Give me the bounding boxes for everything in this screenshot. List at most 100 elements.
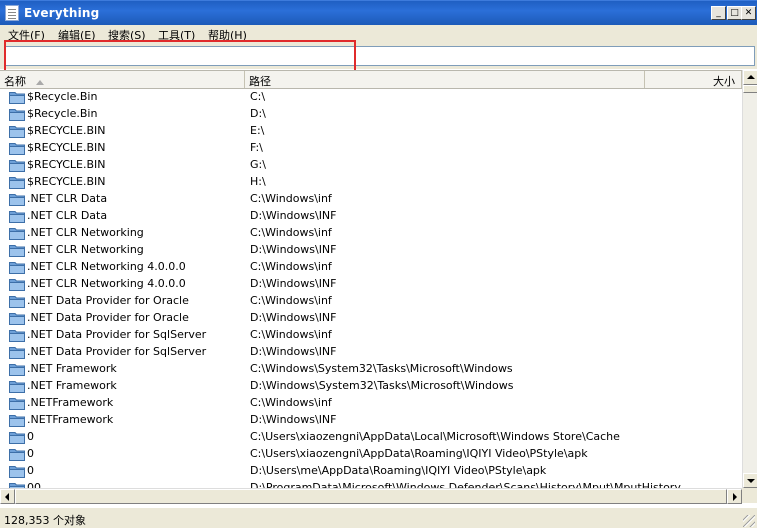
file-name: .NET Framework: [27, 379, 117, 392]
list-row[interactable]: .NET CLR Networking D:\Windows\INF: [0, 242, 742, 259]
list-row[interactable]: 00 D:\ProgramData\Microsoft\Windows Defen…: [0, 480, 742, 488]
vertical-scrollbar[interactable]: [742, 70, 757, 488]
file-path: D:\ProgramData\Microsoft\Windows Defende…: [250, 481, 681, 488]
menu-help[interactable]: 帮助(H): [208, 27, 247, 43]
file-name: .NET CLR Networking: [27, 243, 144, 256]
list-row[interactable]: 0 C:\Users\xiaozengni\AppData\Local\Micro…: [0, 429, 742, 446]
folder-icon: [9, 483, 25, 488]
list-row[interactable]: $Recycle.Bin D:\: [0, 106, 742, 123]
scroll-down-button[interactable]: [743, 473, 757, 488]
file-path: D:\: [250, 107, 266, 120]
menu-tools[interactable]: 工具(T): [158, 27, 195, 43]
vertical-scroll-thumb[interactable]: [743, 85, 757, 93]
file-name: .NET Framework: [27, 362, 117, 375]
list-row[interactable]: .NET CLR Data C:\Windows\inf: [0, 191, 742, 208]
column-name-label: 名称: [4, 75, 26, 88]
file-path: D:\Windows\INF: [250, 413, 337, 426]
list-row[interactable]: .NET Data Provider for Oracle C:\Windows\…: [0, 293, 742, 310]
maximize-button[interactable]: □: [727, 6, 742, 20]
menu-file[interactable]: 文件(F): [8, 27, 45, 43]
minimize-button[interactable]: _: [711, 6, 726, 20]
list-row[interactable]: .NET Data Provider for SqlServer C:\Windo…: [0, 327, 742, 344]
list-row[interactable]: .NETFramework D:\Windows\INF: [0, 412, 742, 429]
file-name: $RECYCLE.BIN: [27, 175, 106, 188]
folder-icon: [9, 313, 25, 325]
column-size-label: 大小: [713, 75, 735, 88]
folder-icon: [9, 262, 25, 274]
horizontal-scroll-thumb[interactable]: [15, 489, 727, 504]
folder-icon: [9, 449, 25, 461]
list-row[interactable]: .NET Framework D:\Windows\System32\Tasks\…: [0, 378, 742, 395]
file-path: C:\: [250, 90, 266, 103]
list-row[interactable]: .NET Data Provider for SqlServer D:\Windo…: [0, 344, 742, 361]
file-path: G:\: [250, 158, 266, 171]
file-name: .NET CLR Networking 4.0.0.0: [27, 277, 186, 290]
file-path: D:\Windows\INF: [250, 345, 337, 358]
file-path: E:\: [250, 124, 265, 137]
file-name: 0: [27, 464, 34, 477]
file-name: 00: [27, 481, 41, 488]
list-row[interactable]: .NET Data Provider for Oracle D:\Windows\…: [0, 310, 742, 327]
close-button[interactable]: ✕: [741, 6, 756, 20]
arrow-up-icon: [747, 75, 755, 79]
folder-icon: [9, 347, 25, 359]
status-bar: 128,353 个对象: [0, 507, 757, 528]
arrow-down-icon: [747, 479, 755, 483]
resize-grip-icon[interactable]: [743, 515, 755, 527]
list-row[interactable]: $Recycle.Bin C:\: [0, 89, 742, 106]
folder-icon: [9, 211, 25, 223]
list-row[interactable]: $RECYCLE.BIN F:\: [0, 140, 742, 157]
column-header-size[interactable]: 大小: [645, 71, 742, 88]
file-name: .NETFramework: [27, 413, 114, 426]
file-name: .NET CLR Data: [27, 209, 108, 222]
title-bar: Everything _ □ ✕: [0, 0, 757, 25]
folder-icon: [9, 364, 25, 376]
list-row[interactable]: $RECYCLE.BIN H:\: [0, 174, 742, 191]
menu-search[interactable]: 搜索(S): [108, 27, 146, 43]
column-path-label: 路径: [249, 75, 271, 88]
folder-icon: [9, 245, 25, 257]
file-path: C:\Windows\inf: [250, 396, 332, 409]
list-row[interactable]: .NET Framework C:\Windows\System32\Tasks\…: [0, 361, 742, 378]
file-name: $RECYCLE.BIN: [27, 141, 106, 154]
file-name: $RECYCLE.BIN: [27, 124, 106, 137]
menu-bar: 文件(F) 编辑(E) 搜索(S) 工具(T) 帮助(H): [0, 25, 757, 44]
file-path: C:\Windows\inf: [250, 260, 332, 273]
file-name: 0: [27, 447, 34, 460]
file-path: C:\Windows\inf: [250, 226, 332, 239]
list-row[interactable]: .NETFramework C:\Windows\inf: [0, 395, 742, 412]
file-path: D:\Windows\INF: [250, 209, 337, 222]
folder-icon: [9, 109, 25, 121]
folder-icon: [9, 177, 25, 189]
folder-icon: [9, 466, 25, 478]
file-list[interactable]: $Recycle.Bin C:\ $Recycle.Bin D:\ $RECYCLE.B…: [0, 89, 742, 488]
sort-ascending-icon: [36, 79, 44, 85]
list-row[interactable]: $RECYCLE.BIN E:\: [0, 123, 742, 140]
column-header-name[interactable]: 名称: [0, 71, 245, 88]
folder-icon: [9, 432, 25, 444]
everything-app-icon: [5, 5, 19, 21]
list-row[interactable]: 0 C:\Users\xiaozengni\AppData\Roaming\IQI…: [0, 446, 742, 463]
file-name: .NET CLR Data: [27, 192, 108, 205]
folder-icon: [9, 381, 25, 393]
search-input[interactable]: [4, 46, 755, 66]
arrow-right-icon: [733, 493, 737, 501]
list-row[interactable]: 0 D:\Users\me\AppData\Roaming\IQIYI Video…: [0, 463, 742, 480]
scroll-left-button[interactable]: [0, 489, 15, 504]
file-path: D:\Windows\System32\Tasks\Microsoft\Wind…: [250, 379, 514, 392]
scroll-up-button[interactable]: [743, 70, 757, 85]
list-row[interactable]: .NET CLR Data D:\Windows\INF: [0, 208, 742, 225]
file-name: .NET Data Provider for Oracle: [27, 311, 189, 324]
folder-icon: [9, 415, 25, 427]
column-header-path[interactable]: 路径: [245, 71, 645, 88]
list-row[interactable]: .NET CLR Networking 4.0.0.0 D:\Windows\IN…: [0, 276, 742, 293]
scroll-right-button[interactable]: [727, 489, 742, 504]
list-row[interactable]: .NET CLR Networking C:\Windows\inf: [0, 225, 742, 242]
horizontal-scrollbar[interactable]: [0, 488, 742, 504]
file-path: D:\Users\me\AppData\Roaming\IQIYI Video\…: [250, 464, 547, 477]
list-row[interactable]: $RECYCLE.BIN G:\: [0, 157, 742, 174]
menu-edit[interactable]: 编辑(E): [58, 27, 96, 43]
file-name: $Recycle.Bin: [27, 107, 98, 120]
file-name: .NET Data Provider for SqlServer: [27, 328, 207, 341]
list-row[interactable]: .NET CLR Networking 4.0.0.0 C:\Windows\in…: [0, 259, 742, 276]
